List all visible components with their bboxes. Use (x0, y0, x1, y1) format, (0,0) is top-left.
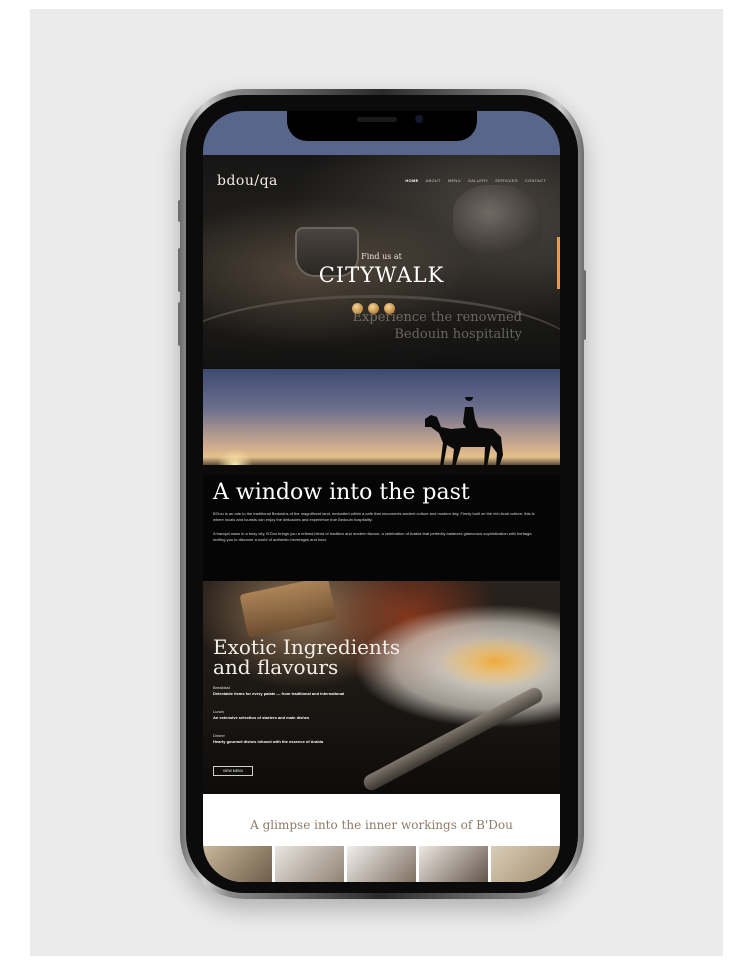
meal-description: Delectable items for every palate — from… (213, 691, 345, 696)
menu-title: Exotic Ingredients and flavours (213, 637, 400, 677)
gallery-photo[interactable] (203, 846, 272, 882)
gallery-photo[interactable] (347, 846, 416, 882)
nav-item-gallery[interactable]: Gallery (468, 178, 488, 183)
gallery-title: A glimpse into the inner workings of B'D… (250, 818, 513, 832)
gallery-section: A glimpse into the inner workings of B'D… (203, 794, 560, 882)
nav-item-about[interactable]: About (426, 178, 441, 183)
history-paragraph: B'Dou is an ode to the traditional Bedou… (213, 511, 535, 522)
site-logo[interactable]: bdou/qa (217, 173, 278, 189)
speaker-grill (357, 117, 397, 122)
nav-item-services[interactable]: Services (495, 178, 518, 183)
hero-pretitle: Find us at (361, 252, 402, 261)
meal-description: An extensive selection of starters and m… (213, 715, 310, 720)
hero-subtitle: Experience the renowned Bedouin hospital… (353, 309, 522, 343)
toast-image (239, 581, 337, 638)
hero-section: bdou/qa Home About Menu Gallery Services… (203, 155, 560, 369)
history-paragraph: A tranquil oasis in a busy city, B'Dou b… (213, 531, 533, 542)
horse-rider-silhouette (425, 397, 503, 467)
spoon-image (360, 684, 546, 794)
gallery-photo[interactable] (419, 846, 488, 882)
hero-subtitle-line: Experience the renowned (352, 310, 522, 325)
view-menu-button[interactable]: VIEW MENU (213, 766, 253, 776)
menu-section: Exotic Ingredients and flavours Breakfas… (203, 581, 560, 794)
meal-heading: Breakfast (213, 685, 230, 690)
phone-screen: bdou/qa Home About Menu Gallery Services… (203, 111, 560, 882)
hero-title: CITYWALK (318, 263, 445, 287)
nav-item-home[interactable]: Home (405, 178, 418, 183)
nav-item-menu[interactable]: Menu (448, 178, 461, 183)
meal-heading: Dinner (213, 733, 225, 738)
nav-item-contact[interactable]: Contact (525, 178, 546, 183)
hand-image (453, 185, 543, 255)
menu-title-line: and flavours (213, 655, 339, 679)
main-nav: Home About Menu Gallery Services Contact (405, 178, 546, 183)
hero-subtitle-line: Bedouin hospitality (394, 327, 522, 342)
history-title: A window into the past (213, 480, 470, 505)
page-scrollbar[interactable] (557, 237, 560, 289)
notch (287, 111, 477, 141)
meal-heading: Lunch (213, 709, 224, 714)
gallery-photo[interactable] (275, 846, 344, 882)
meal-description: Hearty gourmet dishes infused with the e… (213, 739, 324, 744)
front-camera (415, 115, 423, 123)
gallery-photo[interactable] (491, 846, 560, 882)
menu-title-line: Exotic Ingredients (213, 635, 401, 659)
history-section: A window into the past B'Dou is an ode t… (203, 369, 560, 581)
gallery-strip (203, 846, 560, 882)
